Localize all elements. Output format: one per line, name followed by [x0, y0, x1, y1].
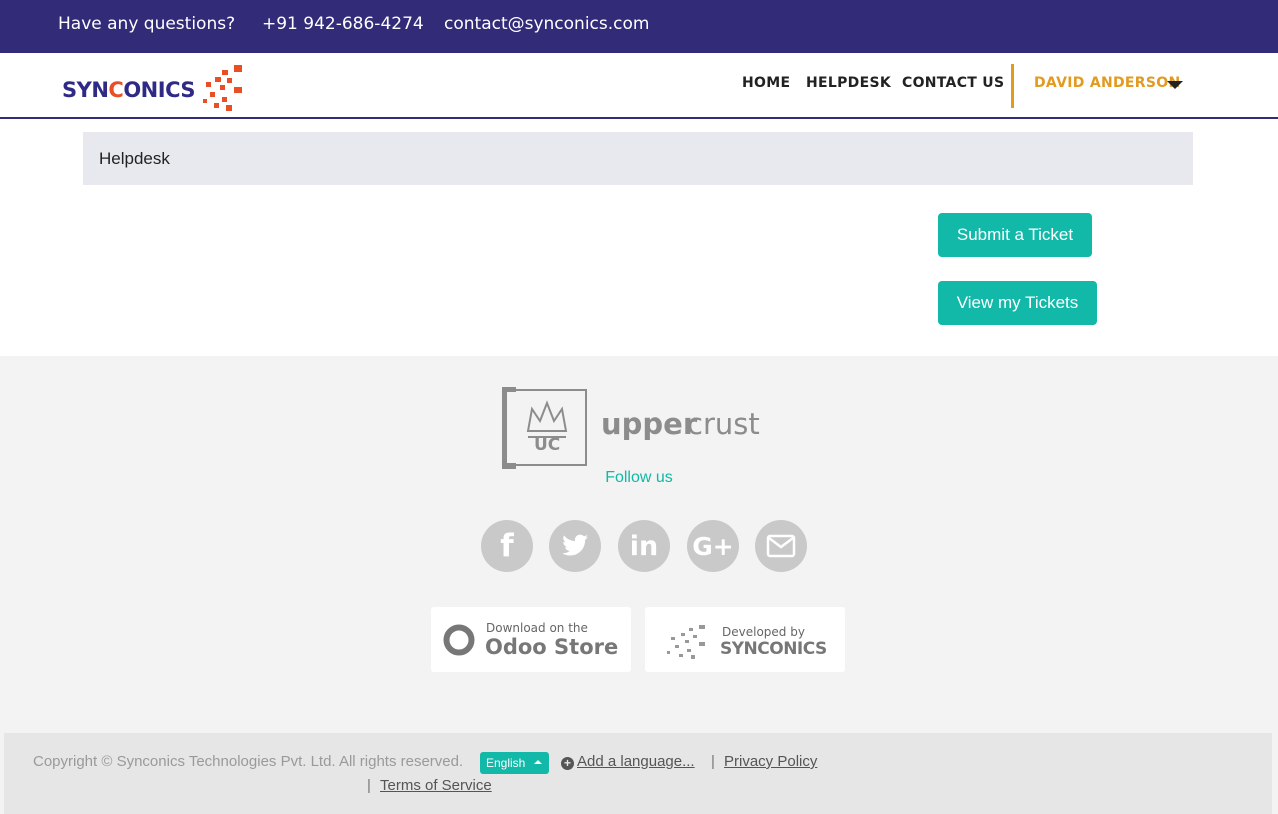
odoo-circle-icon	[443, 624, 475, 656]
dev-badge-line2: SYNCONICS	[720, 639, 827, 659]
questions-text: Have any questions?	[58, 14, 236, 34]
twitter-icon[interactable]	[549, 520, 601, 572]
uppercrust-mark-text: UC	[534, 435, 561, 455]
synconics-dots-icon	[667, 625, 705, 659]
email-link[interactable]: contact@synconics.com	[444, 14, 649, 34]
copyright-text: Copyright © Synconics Technologies Pvt. …	[33, 753, 464, 770]
top-contact-bar: Have any questions? +91 942-686-4274 con…	[0, 0, 1278, 53]
google-plus-icon[interactable]: G+	[687, 520, 739, 572]
nav-home[interactable]: HOME	[742, 75, 790, 91]
odoo-badge-line1: Download on the	[486, 621, 588, 635]
uppercrust-logo: UC upper crust	[502, 387, 774, 469]
nav-contact-us[interactable]: CONTACT US	[902, 75, 1004, 91]
language-selected: English	[486, 756, 526, 770]
dev-badge-line1: Developed by	[722, 625, 805, 639]
terms-of-service-link[interactable]: Terms of Service	[380, 777, 492, 794]
uppercrust-mark-icon	[502, 387, 587, 469]
divider: |	[711, 753, 715, 770]
add-language-link[interactable]: + Add a language...	[561, 753, 695, 770]
phone-link[interactable]: +91 942-686-4274	[262, 14, 424, 34]
developed-by-badge[interactable]: Developed by SYNCONICS	[645, 607, 845, 672]
copyright-bar: Copyright © Synconics Technologies Pvt. …	[4, 733, 1272, 814]
submit-ticket-button[interactable]: Submit a Ticket	[938, 213, 1092, 257]
logo-dots-icon	[203, 65, 242, 111]
facebook-icon[interactable]: f	[481, 520, 533, 572]
breadcrumb-helpdesk[interactable]: Helpdesk	[99, 149, 170, 169]
breadcrumb: Helpdesk	[83, 132, 1193, 185]
uppercrust-word-bold: upper	[601, 407, 698, 441]
language-selector[interactable]: English	[480, 752, 549, 774]
nav-helpdesk[interactable]: HELPDESK	[806, 75, 891, 91]
caret-up-icon	[534, 760, 542, 764]
odoo-badge-line2: Odoo Store	[485, 635, 619, 659]
plus-circle-icon: +	[561, 757, 574, 770]
divider: |	[367, 777, 371, 794]
follow-us-label: Follow us	[605, 469, 673, 486]
add-language-label: Add a language...	[577, 753, 695, 770]
nav-divider	[1011, 64, 1014, 108]
linkedin-icon[interactable]: in	[618, 520, 670, 572]
logo-wordmark: SYNCONICS	[62, 78, 195, 102]
privacy-policy-link[interactable]: Privacy Policy	[724, 753, 817, 770]
envelope-icon[interactable]	[755, 520, 807, 572]
uppercrust-word-light: crust	[687, 407, 760, 441]
caret-down-icon[interactable]	[1167, 81, 1183, 89]
odoo-store-badge[interactable]: Download on the Odoo Store	[431, 607, 631, 672]
user-menu[interactable]: DAVID ANDERSON	[1034, 75, 1180, 91]
synconics-logo[interactable]: SYNCONICS	[62, 65, 247, 113]
view-tickets-button[interactable]: View my Tickets	[938, 281, 1097, 325]
site-header: SYNCONICS HOME HELPDESK CONTACT US DAVID…	[0, 53, 1278, 119]
